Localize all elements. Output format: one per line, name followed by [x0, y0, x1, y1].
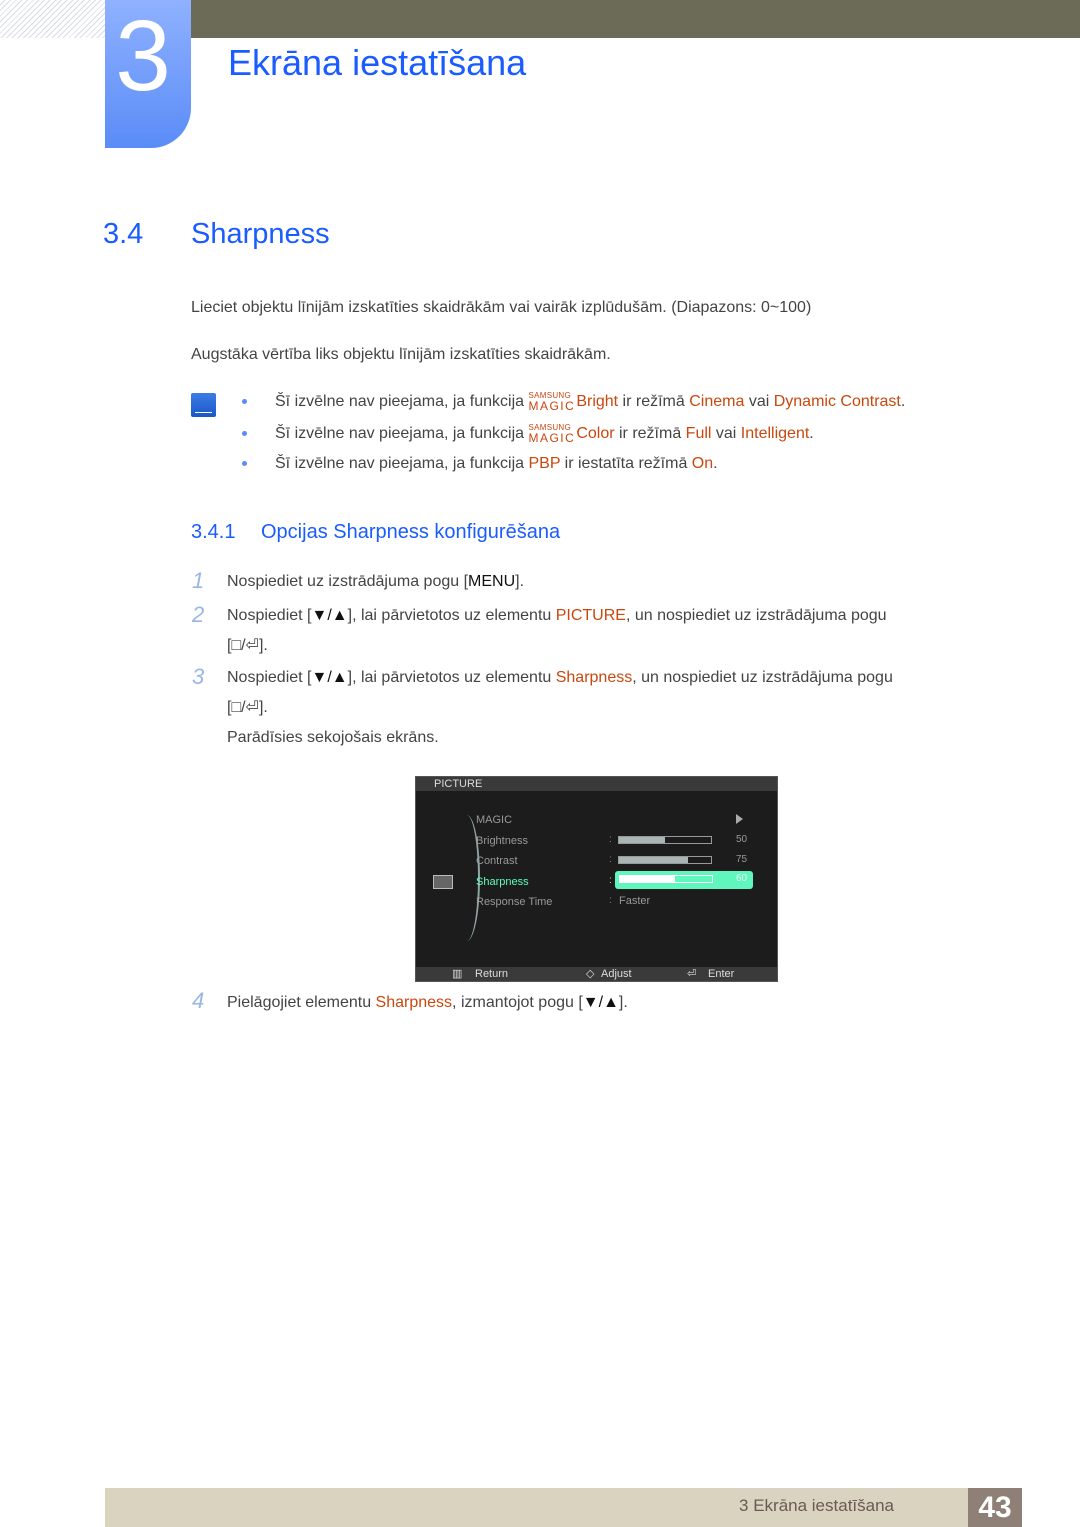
- step-text: Nospiediet uz izstrādājuma pogu [MENU].: [227, 573, 525, 590]
- section-number: 3.4: [103, 218, 144, 250]
- enter-icon: ⏎: [687, 968, 697, 980]
- step-result-text: Parādīsies sekojošais ekrāns.: [227, 729, 439, 746]
- footer-chapter-label: 3 Ekrāna iestatīšana: [739, 1496, 894, 1515]
- header-bar: [190, 0, 1080, 38]
- decorative-hatch: [0, 0, 105, 38]
- contrast-bar: [618, 856, 712, 864]
- bullet-icon: [242, 431, 247, 437]
- step-text: Nospiediet [▼/▲], lai pārvietotos uz ele…: [227, 669, 893, 686]
- brightness-bar: [618, 836, 712, 844]
- osd-menu-icon: [433, 875, 453, 889]
- chapter-title: Ekrāna iestatīšana: [228, 42, 527, 83]
- description-paragraph: Lieciet objektu līnijām izskatīties skai…: [191, 299, 812, 316]
- step-text-continued: [□/⏎].: [227, 699, 268, 716]
- osd-item-contrast: Contrast: [476, 855, 518, 867]
- sharpness-value: 60: [736, 873, 748, 884]
- step-number: 2: [192, 602, 205, 627]
- samsung-magic-logo: SAMSUNG MAGIC: [528, 423, 576, 445]
- step-number: 1: [192, 568, 205, 593]
- description-paragraph: Augstāka vērtība liks objektu līnijām iz…: [191, 346, 611, 363]
- osd-item-brightness: Brightness: [476, 835, 528, 847]
- step-text-continued: [□/⏎].: [227, 637, 268, 654]
- step-number: 4: [192, 988, 205, 1013]
- osd-header: PICTURE: [416, 777, 777, 791]
- response-time-value: Faster: [619, 895, 651, 907]
- note-item: Šī izvēlne nav pieejama, ja funkcija SAM…: [242, 392, 905, 412]
- note-item: Šī izvēlne nav pieejama, ja funkcija SAM…: [242, 424, 814, 444]
- adjust-icon: ◇: [586, 968, 595, 980]
- bullet-icon: [242, 461, 247, 467]
- osd-screenshot: PICTURE MAGIC Brightness : 50 Contrast :…: [415, 776, 778, 982]
- chapter-tab: 3: [105, 0, 191, 148]
- osd-submenu-arrow-icon: [736, 814, 743, 824]
- sharpness-bar: [619, 875, 713, 883]
- page-number: 43: [968, 1488, 1022, 1527]
- step-text: Pielāgojiet elementu Sharpness, izmantoj…: [227, 994, 628, 1011]
- contrast-value: 75: [736, 854, 748, 865]
- note-item: Šī izvēlne nav pieejama, ja funkcija PBP…: [242, 455, 718, 473]
- osd-item-sharpness: Sharpness: [476, 876, 529, 888]
- chapter-number: 3: [115, 0, 171, 112]
- subsection-title: Opcijas Sharpness konfigurēšana: [261, 521, 561, 543]
- osd-item-response-time: Response Time: [476, 896, 553, 908]
- osd-item-magic: MAGIC: [476, 814, 513, 826]
- step-number: 3: [192, 664, 205, 689]
- return-icon: ▥: [452, 968, 463, 980]
- osd-footer: ▥ Return ◇ Adjust ⏎ Enter: [416, 967, 777, 981]
- bullet-icon: [242, 399, 247, 405]
- page-footer: 3 Ekrāna iestatīšana: [105, 1488, 1022, 1527]
- subsection-number: 3.4.1: [191, 521, 236, 543]
- sharpness-selected-row: 60: [615, 871, 753, 889]
- brightness-value: 50: [736, 834, 748, 845]
- samsung-magic-logo: SAMSUNG MAGIC: [528, 391, 576, 413]
- step-text: Nospiediet [▼/▲], lai pārvietotos uz ele…: [227, 607, 887, 624]
- section-title: Sharpness: [191, 218, 330, 250]
- note-pencil-icon: [191, 393, 216, 417]
